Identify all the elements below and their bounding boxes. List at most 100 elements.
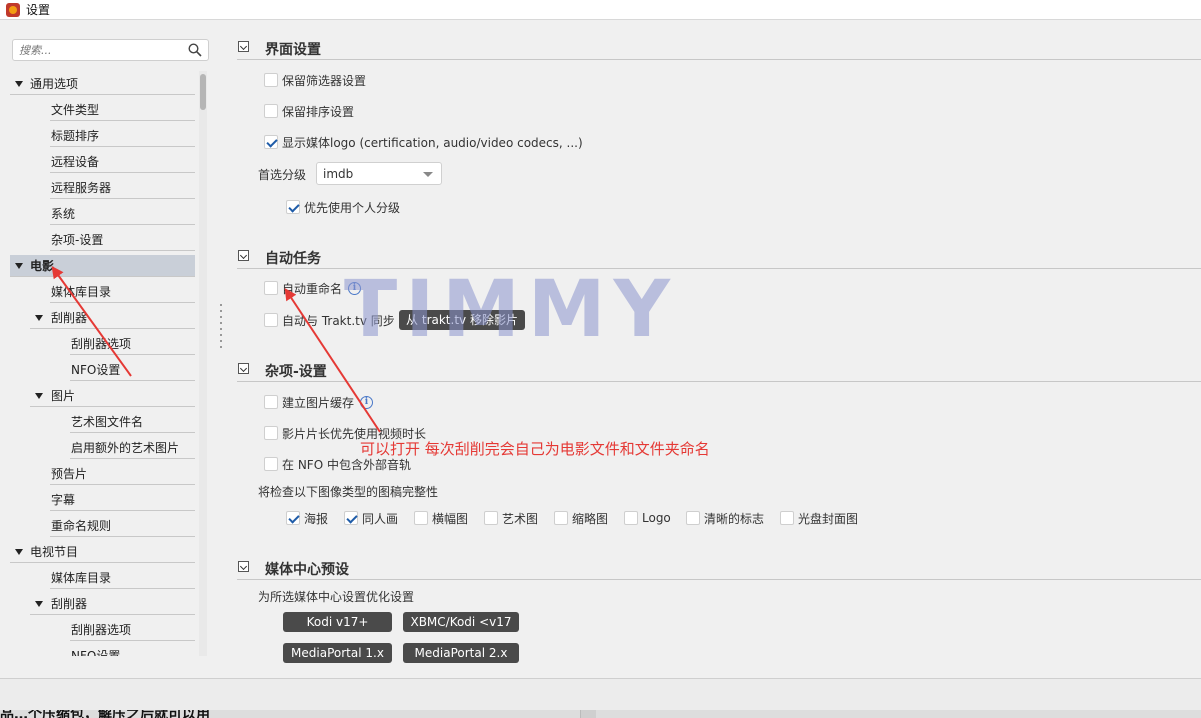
section-auto-header[interactable]: 自动任务 [237, 245, 1201, 269]
nfo-audio-checkbox[interactable] [264, 457, 278, 471]
image-type-checkbox[interactable] [780, 511, 794, 525]
image-type-banner[interactable]: 横幅图 [414, 508, 468, 528]
info-icon[interactable]: i [348, 281, 362, 295]
runtime-checkbox[interactable] [264, 426, 278, 440]
trakt-sync-label: 自动与 Trakt.tv 同步 [282, 313, 395, 328]
collapse-icon[interactable] [238, 41, 249, 52]
image-type-poster[interactable]: 海报 [286, 508, 328, 528]
image-type-checkbox[interactable] [624, 511, 638, 525]
collapse-icon[interactable] [238, 363, 249, 374]
collapse-icon[interactable] [238, 250, 249, 261]
tree-label: 通用选项 [30, 77, 79, 91]
tree-item-artwork-filenames[interactable]: 艺术图文件名 [70, 411, 195, 433]
expand-arrow-icon[interactable] [35, 601, 43, 607]
panel-splitter[interactable] [219, 300, 223, 380]
nav-scrollbar[interactable] [199, 71, 207, 656]
tree-item-movie[interactable]: 电影 [10, 255, 195, 277]
section-ui-header[interactable]: 界面设置 [237, 36, 1201, 60]
tree-item-rename-rules[interactable]: 重命名规则 [50, 515, 195, 537]
tree-item-trailer[interactable]: 预告片 [50, 463, 195, 485]
annotation-text: 可以打开 每次刮削完会自己为电影文件和文件夹命名 [360, 440, 710, 458]
rating-dropdown[interactable]: imdb [316, 162, 442, 185]
search-icon[interactable] [188, 43, 202, 57]
tree-label: 字幕 [51, 493, 76, 507]
keep-filter-label: 保留筛选器设置 [282, 73, 367, 88]
trakt-sync-row[interactable]: 自动与 Trakt.tv 同步 [264, 310, 395, 330]
tree-item-movie-nfo[interactable]: NFO设置 [70, 359, 195, 381]
show-logo-row[interactable]: 显示媒体logo (certification, audio/video cod… [264, 132, 583, 152]
trakt-sync-checkbox[interactable] [264, 313, 278, 327]
preset-kodi17-button[interactable]: Kodi v17+ [283, 612, 392, 632]
image-cache-row[interactable]: 建立图片缓存 i [264, 392, 374, 412]
expand-arrow-icon[interactable] [15, 549, 23, 555]
tree-item-movie-scraper[interactable]: 刮削器 [30, 307, 195, 329]
section-media-center-header[interactable]: 媒体中心预设 [237, 556, 1201, 580]
tree-item-remote-server[interactable]: 远程服务器 [50, 177, 195, 199]
tree-item-tv-nfo[interactable]: NFO设置 [70, 645, 195, 656]
section-title: 杂项-设置 [265, 364, 327, 380]
image-type-clearlogo[interactable]: 清晰的标志 [686, 508, 764, 528]
keep-filter-row[interactable]: 保留筛选器设置 [264, 70, 366, 90]
tree-item-remote-devices[interactable]: 远程设备 [50, 151, 195, 173]
expand-arrow-icon[interactable] [35, 315, 43, 321]
tree-item-movie-scraper-options[interactable]: 刮削器选项 [70, 333, 195, 355]
expand-arrow-icon[interactable] [15, 81, 23, 87]
tree-item-extra-artwork[interactable]: 启用额外的艺术图片 [70, 437, 195, 459]
app-logo-icon [6, 2, 20, 17]
tree-label: 媒体库目录 [51, 571, 112, 585]
image-type-checkbox[interactable] [554, 511, 568, 525]
image-type-fanart[interactable]: 同人画 [344, 508, 398, 528]
image-type-checkbox[interactable] [484, 511, 498, 525]
image-type-thumb[interactable]: 缩略图 [554, 508, 608, 528]
image-type-checkbox[interactable] [414, 511, 428, 525]
tree-item-movie-library[interactable]: 媒体库目录 [50, 281, 195, 303]
tree-item-tv-scraper[interactable]: 刮削器 [30, 593, 195, 615]
dialog-button-bar [0, 678, 1201, 710]
chevron-down-icon[interactable] [423, 172, 433, 177]
preset-xbmc-button[interactable]: XBMC/Kodi <v17 [403, 612, 519, 632]
keep-filter-checkbox[interactable] [264, 73, 278, 87]
scrollbar-thumb[interactable] [200, 74, 206, 110]
section-misc-header[interactable]: 杂项-设置 [237, 358, 1201, 382]
expand-arrow-icon[interactable] [35, 393, 43, 399]
info-icon[interactable]: i [360, 395, 374, 409]
tree-item-movie-images[interactable]: 图片 [30, 385, 195, 407]
collapse-icon[interactable] [238, 561, 249, 572]
image-type-checkbox[interactable] [686, 511, 700, 525]
tree-item-misc[interactable]: 杂项-设置 [50, 229, 195, 251]
image-type-label: 光盘封面图 [798, 511, 859, 526]
image-type-logo[interactable]: Logo [624, 508, 671, 528]
tree-label: 刮削器 [51, 597, 88, 611]
keep-sort-row[interactable]: 保留排序设置 [264, 101, 354, 121]
auto-rename-checkbox[interactable] [264, 281, 278, 295]
tree-label: 远程设备 [51, 155, 100, 169]
expand-arrow-icon[interactable] [15, 263, 23, 269]
personal-rating-checkbox[interactable] [286, 200, 300, 214]
section-title: 界面设置 [265, 42, 321, 58]
tree-item-title-sort[interactable]: 标题排序 [50, 125, 195, 147]
preset-mediaportal2-button[interactable]: MediaPortal 2.x [403, 643, 519, 663]
tree-item-system[interactable]: 系统 [50, 203, 195, 225]
trakt-remove-button[interactable]: 从 trakt.tv 移除影片 [399, 310, 525, 330]
image-type-checkbox[interactable] [286, 511, 300, 525]
tree-item-subtitle[interactable]: 字幕 [50, 489, 195, 511]
image-type-clearart[interactable]: 艺术图 [484, 508, 538, 528]
tree-item-tv[interactable]: 电视节目 [10, 541, 195, 563]
image-cache-checkbox[interactable] [264, 395, 278, 409]
tree-item-file-types[interactable]: 文件类型 [50, 99, 195, 121]
personal-rating-row[interactable]: 优先使用个人分级 [286, 197, 400, 217]
image-type-discart[interactable]: 光盘封面图 [780, 508, 858, 528]
tree-item-general[interactable]: 通用选项 [10, 73, 195, 95]
image-type-label: 横幅图 [432, 511, 469, 526]
auto-rename-row[interactable]: 自动重命名 i [264, 278, 362, 298]
image-type-checkbox[interactable] [344, 511, 358, 525]
tree-item-tv-scraper-options[interactable]: 刮削器选项 [70, 619, 195, 641]
search-input[interactable] [19, 42, 179, 58]
background-text: 品…个压缩包，解压之后就可以用 [0, 710, 210, 718]
show-logo-checkbox[interactable] [264, 135, 278, 149]
tree-item-tv-library[interactable]: 媒体库目录 [50, 567, 195, 589]
tree-label: NFO设置 [71, 363, 121, 377]
preset-mediaportal1-button[interactable]: MediaPortal 1.x [283, 643, 392, 663]
search-box[interactable] [12, 39, 209, 61]
keep-sort-checkbox[interactable] [264, 104, 278, 118]
